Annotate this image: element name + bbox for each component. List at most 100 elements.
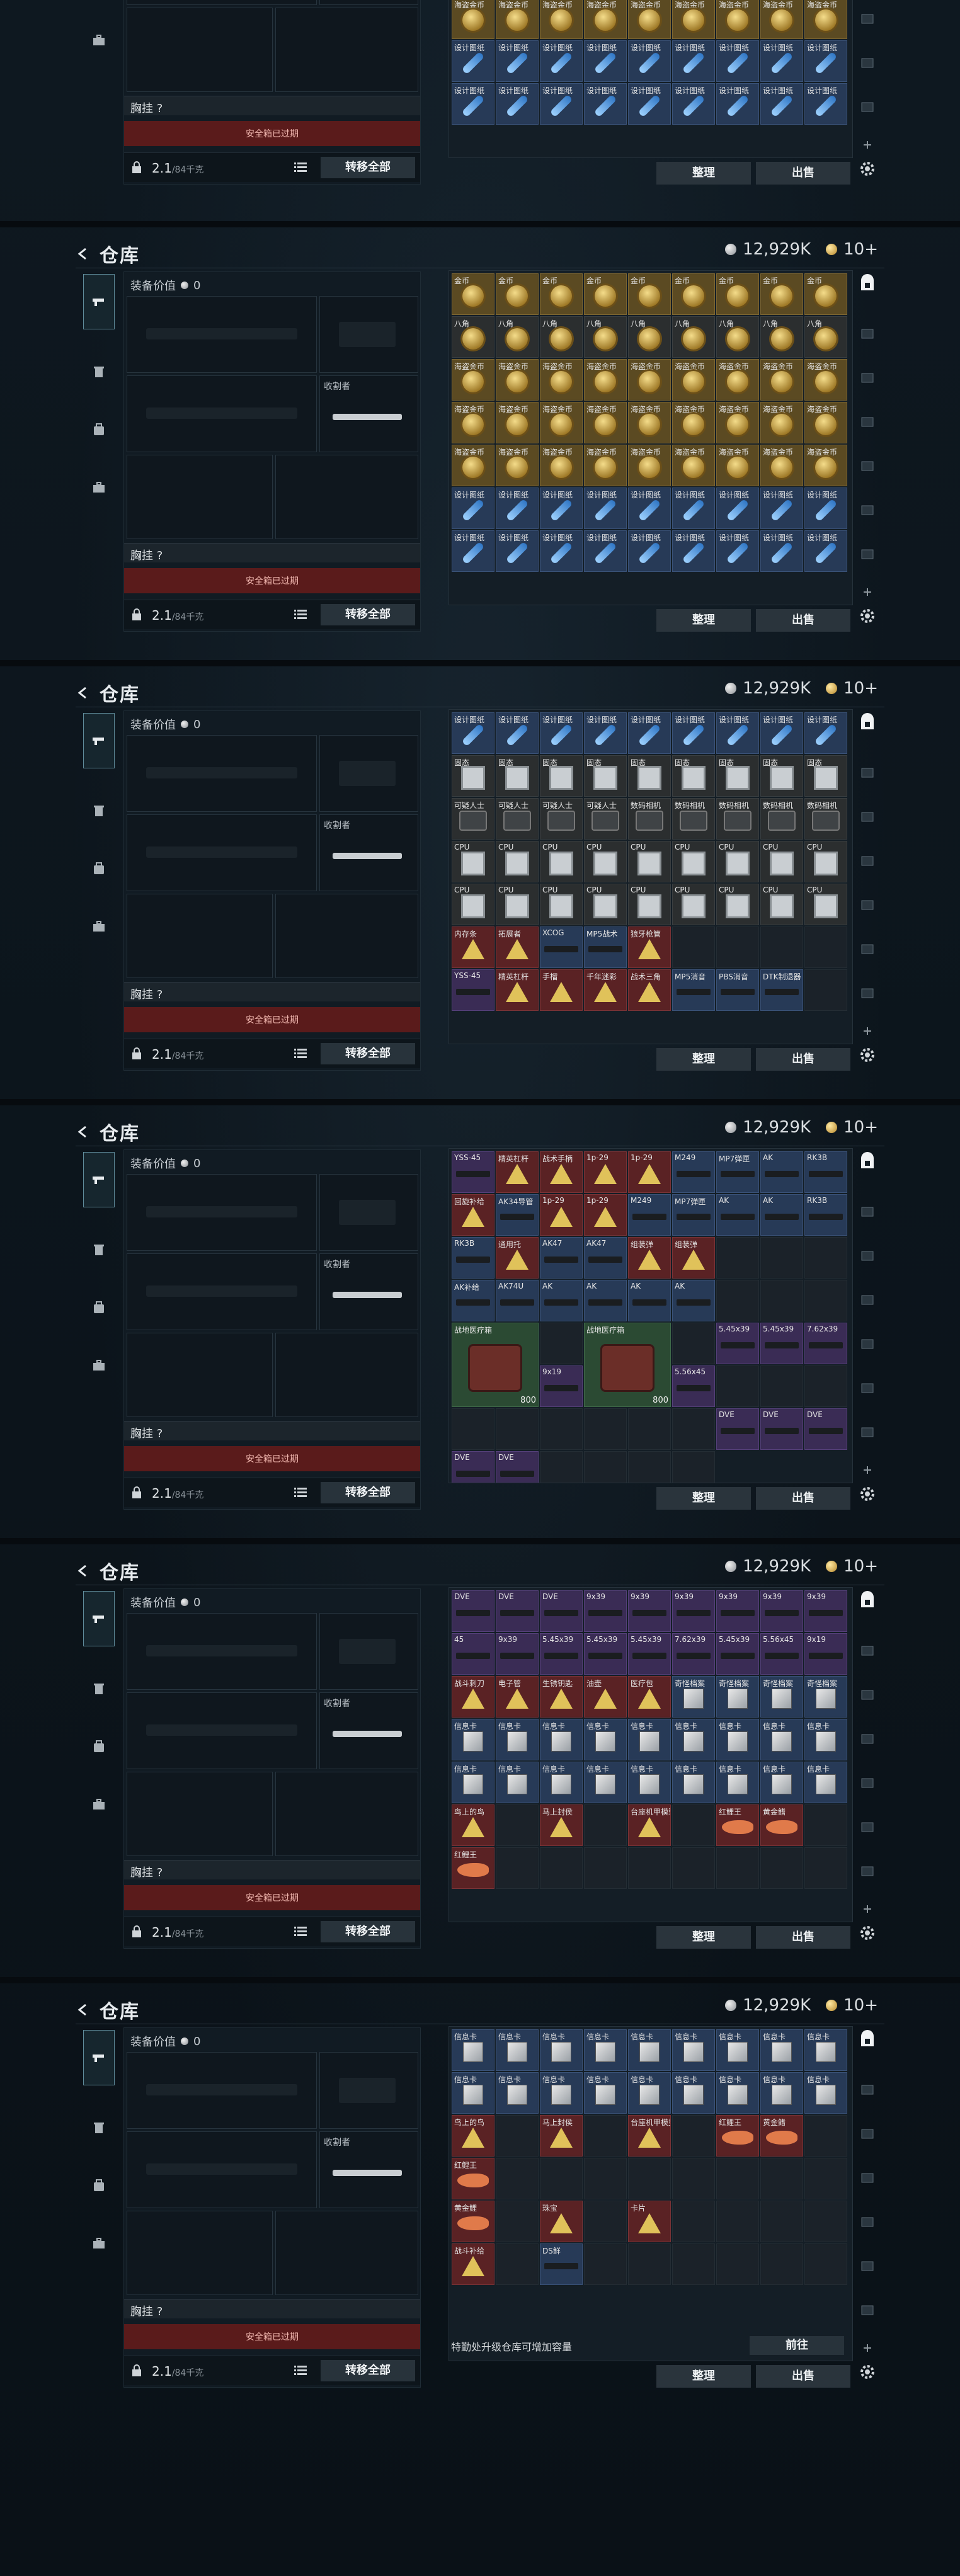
inventory-item[interactable]: 5.45x39 [716, 1633, 759, 1675]
inventory-item[interactable]: DTK制退器 [760, 969, 803, 1011]
inventory-item[interactable]: CPU [672, 841, 715, 882]
inventory-item[interactable]: 八角 [760, 316, 803, 358]
inventory-item[interactable]: 设计图纸 [716, 487, 759, 529]
trash-tab-icon[interactable] [83, 795, 115, 826]
inventory-item[interactable]: AK [672, 1280, 715, 1321]
inventory-item[interactable]: 红鲤王 [716, 2115, 759, 2157]
inventory-item[interactable]: 信息卡 [496, 2072, 539, 2114]
add-tab-icon[interactable] [858, 1022, 877, 1040]
inventory-item[interactable]: 信息卡 [760, 1719, 803, 1760]
inventory-item[interactable]: 设计图纸 [452, 712, 494, 754]
inventory-item[interactable]: YSS-45 [452, 1151, 494, 1193]
inventory-item[interactable]: CPU [540, 841, 583, 882]
inventory-item[interactable]: CPU [760, 884, 803, 925]
storage-tab-icon[interactable] [858, 984, 877, 1003]
inventory-item[interactable]: 数码相机 [628, 798, 671, 840]
inventory-item[interactable]: 信息卡 [672, 2072, 715, 2114]
inventory-item[interactable]: 5.45x39 [716, 1323, 759, 1364]
transfer-all-button[interactable]: 转移全部 [321, 2360, 415, 2381]
primary-weapon-slot[interactable] [127, 735, 317, 812]
inventory-item[interactable]: 设计图纸 [584, 83, 627, 125]
inventory-item[interactable]: 可疑人士 [496, 798, 539, 840]
primary-weapon-slot[interactable] [127, 296, 317, 373]
trash-tab-icon[interactable] [83, 1673, 115, 1704]
trash-tab-icon[interactable] [83, 1234, 115, 1265]
inventory-item[interactable]: 海盗金币 [716, 445, 759, 486]
inventory-item[interactable]: 固态 [584, 755, 627, 797]
inventory-item[interactable]: 海盗金币 [804, 0, 847, 39]
melee-slot[interactable]: 收割者 [319, 0, 418, 5]
sell-button[interactable]: 出售 [756, 1048, 850, 1071]
pistol-slot[interactable] [319, 296, 418, 373]
inventory-item[interactable]: AK [760, 1194, 803, 1236]
inventory-item[interactable]: 设计图纸 [716, 40, 759, 82]
sort-button[interactable]: 整理 [656, 1487, 751, 1510]
inventory-item[interactable]: 设计图纸 [804, 40, 847, 82]
inventory-item[interactable]: 红鲤王 [452, 2158, 494, 2199]
inventory-item[interactable]: 设计图纸 [496, 83, 539, 125]
inventory-item[interactable]: 5.45x39 [628, 1633, 671, 1675]
sell-button[interactable]: 出售 [756, 2365, 850, 2388]
inventory-item[interactable]: 海盗金币 [672, 402, 715, 443]
inventory-item[interactable]: 金币 [452, 273, 494, 315]
storage-tab-icon[interactable] [858, 807, 877, 826]
inventory-item[interactable]: DVE [496, 1590, 539, 1632]
inventory-item[interactable]: 9x39 [584, 1590, 627, 1632]
inventory-item[interactable]: 设计图纸 [628, 530, 671, 572]
inventory-item[interactable]: 设计图纸 [804, 712, 847, 754]
list-icon[interactable] [294, 1926, 307, 1937]
storage-tab-icon[interactable] [858, 896, 877, 915]
inventory-item[interactable]: 设计图纸 [496, 530, 539, 572]
storage-tab-icon[interactable] [858, 2124, 877, 2143]
chest-rig-row[interactable]: 胸挂 ? [124, 2299, 420, 2318]
sell-button[interactable]: 出售 [756, 609, 850, 632]
inventory-item[interactable]: 信息卡 [716, 2029, 759, 2071]
inventory-item[interactable]: 固态 [672, 755, 715, 797]
bag-tab-icon[interactable] [83, 853, 115, 884]
inventory-item[interactable]: 海盗金币 [496, 445, 539, 486]
inventory-item[interactable]: 信息卡 [672, 1719, 715, 1760]
inventory-item[interactable]: 9x39 [716, 1590, 759, 1632]
storage-tab-icon[interactable] [858, 9, 877, 28]
inventory-item[interactable]: 固态 [540, 755, 583, 797]
safe-tab-icon[interactable] [858, 713, 877, 732]
inventory-item[interactable]: 设计图纸 [628, 487, 671, 529]
inventory-item[interactable]: 金币 [496, 273, 539, 315]
inventory-item[interactable]: 设计图纸 [540, 83, 583, 125]
inventory-item[interactable]: MP7弹匣 [716, 1151, 759, 1193]
inventory-item[interactable]: 海盗金币 [760, 359, 803, 401]
inventory-item[interactable]: AK [628, 1280, 671, 1321]
inventory-item[interactable]: 信息卡 [452, 2072, 494, 2114]
sort-button[interactable]: 整理 [656, 2365, 751, 2388]
inventory-item[interactable]: 信息卡 [672, 1762, 715, 1803]
inventory-item[interactable]: 固态 [716, 755, 759, 797]
inventory-item[interactable]: 油壶 [584, 1676, 627, 1718]
inventory-item[interactable]: 设计图纸 [760, 712, 803, 754]
inventory-item[interactable]: 信息卡 [540, 2029, 583, 2071]
inventory-item[interactable]: 信息卡 [584, 2029, 627, 2071]
inventory-item[interactable]: 八角 [540, 316, 583, 358]
inventory-item[interactable]: 7.62x39 [804, 1323, 847, 1364]
sort-button[interactable]: 整理 [656, 1926, 751, 1949]
inventory-item[interactable]: 设计图纸 [672, 712, 715, 754]
inventory-item[interactable]: AK [760, 1151, 803, 1193]
inventory-item[interactable]: AK74U [496, 1280, 539, 1321]
inventory-item[interactable]: 设计图纸 [672, 83, 715, 125]
inventory-item[interactable]: 组装弹 [628, 1237, 671, 1279]
armor-slot[interactable] [275, 455, 418, 539]
safe-box-warning[interactable]: 安全箱已过期 [124, 2324, 420, 2349]
inventory-item[interactable]: 9x39 [672, 1590, 715, 1632]
inventory-item[interactable]: CPU [628, 884, 671, 925]
inventory-item[interactable]: 设计图纸 [672, 530, 715, 572]
inventory-item[interactable]: 设计图纸 [804, 530, 847, 572]
trash-tab-icon[interactable] [83, 356, 115, 387]
inventory-item[interactable]: 黄金鳍 [760, 2115, 803, 2157]
inventory-item[interactable]: 设计图纸 [760, 530, 803, 572]
inventory-item[interactable]: 1p-29 [584, 1151, 627, 1193]
inventory-item[interactable]: 千年迷彩 [584, 969, 627, 1011]
inventory-item[interactable]: 八角 [496, 316, 539, 358]
transfer-all-button[interactable]: 转移全部 [321, 1921, 415, 1942]
melee-slot[interactable]: 收割者 [319, 2131, 418, 2208]
inventory-item[interactable]: RK3B [804, 1151, 847, 1193]
storage-tab-icon[interactable] [858, 2080, 877, 2099]
